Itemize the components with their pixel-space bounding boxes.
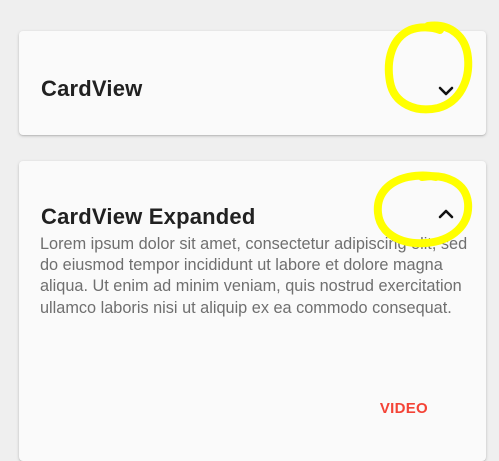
collapse-toggle-button[interactable] xyxy=(424,194,468,234)
card-title: CardView xyxy=(41,76,143,101)
video-button[interactable]: VIDEO xyxy=(380,400,428,417)
card-body-text: Lorem ipsum dolor sit amet, consectetur … xyxy=(40,235,468,317)
card-title: CardView Expanded xyxy=(41,204,256,229)
expand-toggle-button[interactable] xyxy=(424,71,468,111)
expanded-card: CardView Expanded Lorem ipsum dolor sit … xyxy=(19,161,486,461)
chevron-up-icon xyxy=(438,209,454,219)
collapsed-card: CardView xyxy=(19,31,486,135)
chevron-down-icon xyxy=(438,86,454,96)
